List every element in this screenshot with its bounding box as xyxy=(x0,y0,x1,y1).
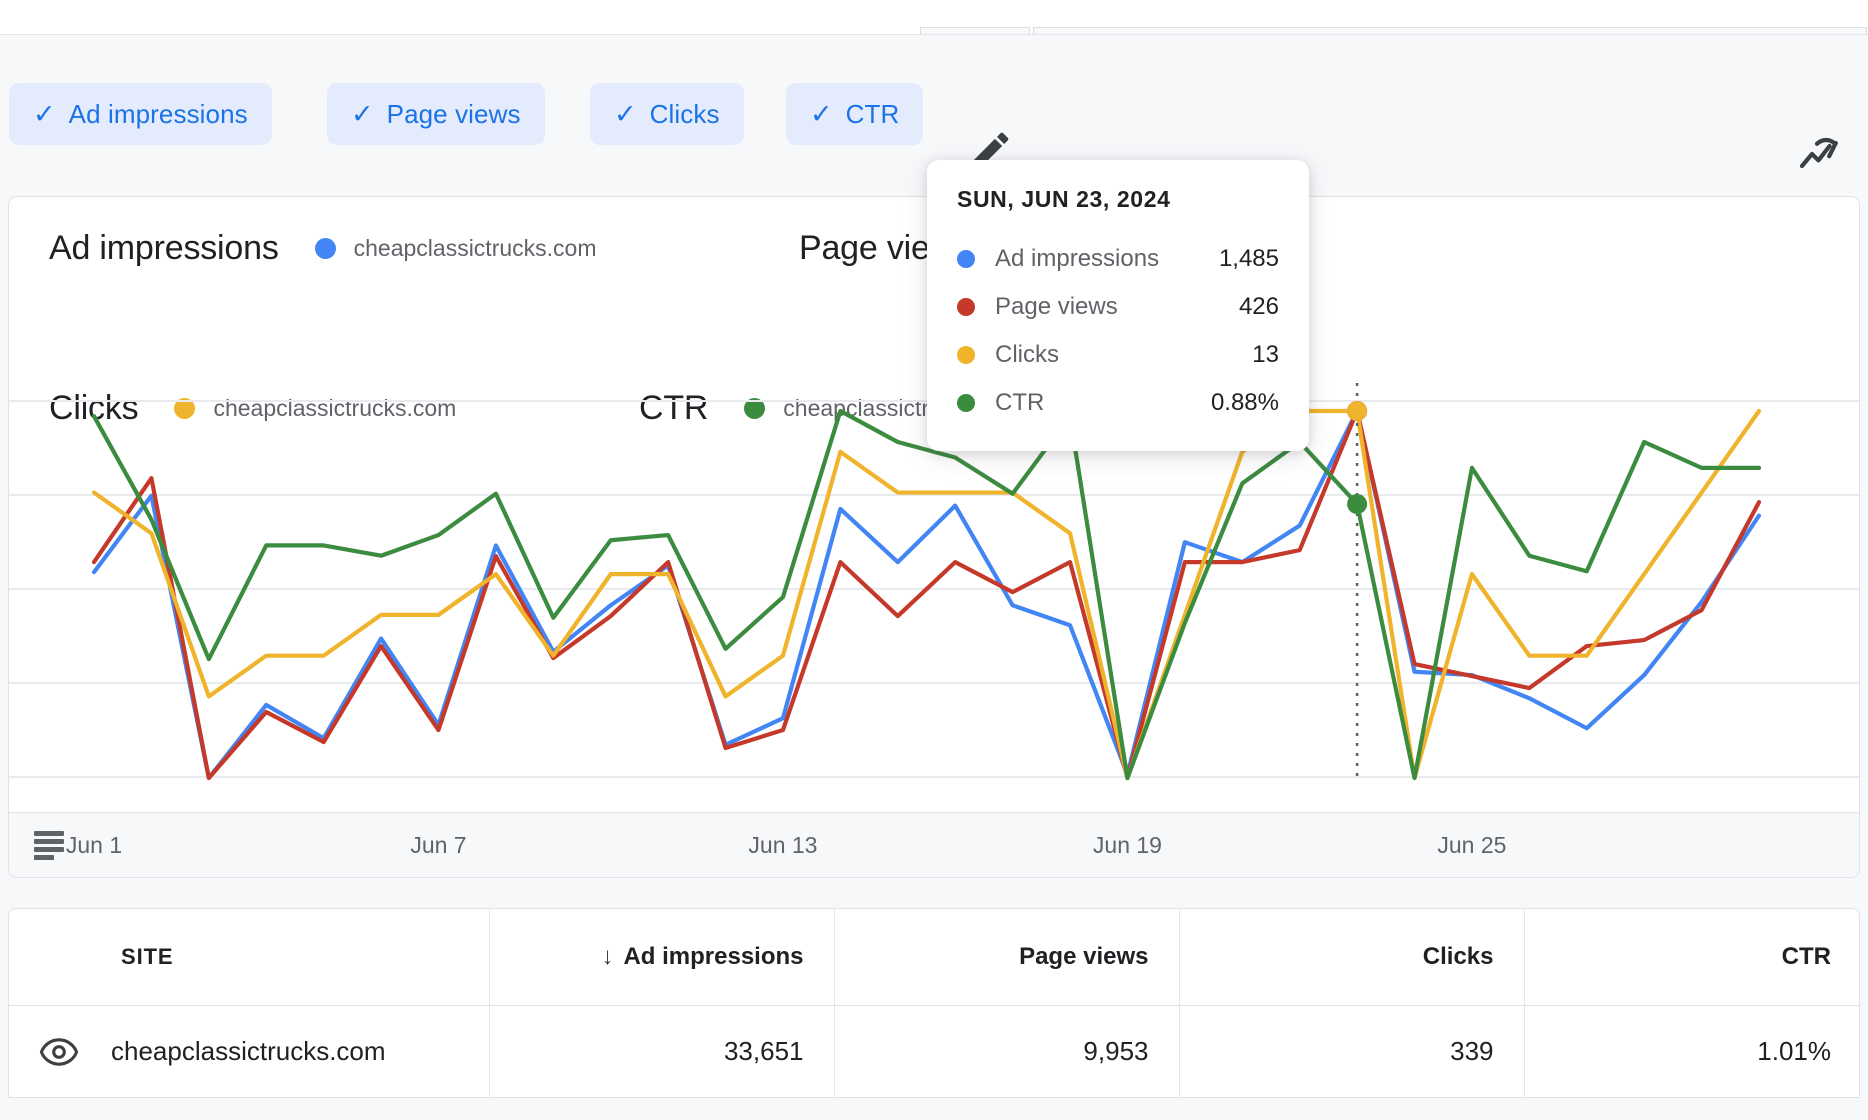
table: SITE ↓ Ad impressions Page views Clicks C… xyxy=(9,909,1861,1097)
toolbar-segment-right xyxy=(1033,27,1867,34)
top-toolbar-remnant xyxy=(0,0,1868,34)
legend-site-label: cheapclassictrucks.com xyxy=(353,235,597,261)
list-icon-line xyxy=(34,847,64,852)
column-header-clicks[interactable]: Clicks xyxy=(1179,909,1525,1006)
metric-chip-label: CTR xyxy=(845,98,900,129)
column-header-label: SITE xyxy=(121,944,174,969)
cell-page-views: 9,953 xyxy=(834,1005,1180,1097)
legend-item-ad-impressions[interactable]: Ad impressions cheapclassictrucks.com xyxy=(49,229,596,268)
tooltip-color-dot xyxy=(957,346,975,364)
tooltip-date: SUN, JUN 23, 2024 xyxy=(957,186,1171,212)
table-row[interactable]: cheapclassictrucks.com 33,651 9,953 339 … xyxy=(9,1005,1861,1097)
site-cell-inner: cheapclassictrucks.com xyxy=(39,1036,459,1067)
table-body: cheapclassictrucks.com 33,651 9,953 339 … xyxy=(9,1005,1861,1097)
list-icon-line xyxy=(34,839,64,844)
column-header-site[interactable]: SITE xyxy=(9,909,490,1006)
tooltip-color-dot xyxy=(957,298,975,316)
tooltip-metric-value: 426 xyxy=(1238,293,1279,320)
column-header-label: Clicks xyxy=(1422,943,1494,970)
tooltip-color-dot xyxy=(957,250,975,268)
metric-chip-ctr[interactable]: ✓ CTR xyxy=(786,83,924,145)
metric-chip-label: Clicks xyxy=(649,98,720,129)
series-line-page-views xyxy=(91,408,1762,781)
list-icon-line xyxy=(34,855,54,860)
x-axis-tick-label: Jun 7 xyxy=(410,832,467,858)
tooltip-row-ad-impressions: Ad impressions 1,485 xyxy=(957,235,1279,283)
tooltip-row-page-views: Page views 426 xyxy=(957,283,1279,331)
eye-icon[interactable] xyxy=(39,1037,79,1066)
tooltip-metric-value: 0.88% xyxy=(1210,389,1279,416)
list-icon-line xyxy=(34,831,64,836)
legend-color-dot xyxy=(314,238,336,259)
x-axis-tick-label: Jun 19 xyxy=(1092,832,1162,858)
cell-clicks: 339 xyxy=(1179,1005,1525,1097)
series-line-ad-impressions xyxy=(91,408,1762,781)
sites-data-table: SITE ↓ Ad impressions Page views Clicks C… xyxy=(8,908,1861,1098)
column-header-ctr[interactable]: CTR xyxy=(1524,909,1861,1006)
tooltip-row-clicks: Clicks 13 xyxy=(957,331,1279,379)
check-icon: ✓ xyxy=(810,98,833,129)
column-header-ad-impressions[interactable]: ↓ Ad impressions xyxy=(489,909,835,1006)
cell-ad-impressions: 33,651 xyxy=(489,1005,835,1097)
chart-hover-tooltip: SUN, JUN 23, 2024 Ad impressions 1,485 P… xyxy=(927,160,1309,451)
toolbar-segment-left xyxy=(920,27,1030,34)
tooltip-row-ctr: CTR 0.88% xyxy=(957,379,1279,427)
highlight-marker-ctr xyxy=(1347,494,1368,515)
series-line-ctr xyxy=(91,408,1762,781)
list-view-icon[interactable] xyxy=(34,831,64,860)
check-icon: ✓ xyxy=(614,98,637,129)
column-header-label: Page views xyxy=(1019,943,1149,970)
chart-x-axis: Jun 1 Jun 7 Jun 13 Jun 19 Jun 25 xyxy=(9,812,1859,877)
x-axis-tick-label: Jun 13 xyxy=(748,832,818,858)
metric-chip-ad-impressions[interactable]: ✓ Ad impressions xyxy=(9,83,272,145)
cell-site: cheapclassictrucks.com xyxy=(9,1005,490,1097)
table-header-row: SITE ↓ Ad impressions Page views Clicks C… xyxy=(9,909,1861,1006)
sort-descending-icon: ↓ xyxy=(601,943,614,970)
highlight-marker-clicks xyxy=(1347,401,1368,421)
check-icon: ✓ xyxy=(351,98,374,129)
cell-site-label: cheapclassictrucks.com xyxy=(111,1036,386,1066)
table-head: SITE ↓ Ad impressions Page views Clicks C… xyxy=(9,909,1861,1006)
metric-chip-label: Ad impressions xyxy=(68,98,248,129)
cell-ctr: 1.01% xyxy=(1757,1036,1831,1066)
x-axis-tick-label: Jun 1 xyxy=(65,832,123,858)
column-header-label: Ad impressions xyxy=(623,943,804,970)
tooltip-metric-value: 13 xyxy=(1252,341,1279,368)
metric-chip-clicks[interactable]: ✓ Clicks xyxy=(590,83,744,145)
x-axis-tick-label: Jun 25 xyxy=(1437,832,1507,858)
column-header-label: CTR xyxy=(1781,943,1831,970)
tooltip-color-dot xyxy=(957,394,975,412)
legend-metric-label: Ad impressions xyxy=(49,229,279,267)
check-icon: ✓ xyxy=(33,98,56,129)
tooltip-metric-label: CTR xyxy=(995,389,1045,416)
tooltip-metric-value: 1,485 xyxy=(1218,245,1279,272)
tooltip-metric-label: Ad impressions xyxy=(995,245,1160,272)
trend-line-icon[interactable] xyxy=(1795,127,1843,175)
series-line-clicks xyxy=(91,408,1762,781)
metric-chip-page-views[interactable]: ✓ Page views xyxy=(327,83,545,145)
tooltip-metric-label: Page views xyxy=(995,293,1118,320)
tooltip-metric-label: Clicks xyxy=(995,341,1059,368)
metric-chip-label: Page views xyxy=(386,98,521,129)
metric-chip-bar: ✓ Ad impressions ✓ Page views ✓ Clicks ✓… xyxy=(0,34,1868,169)
column-header-page-views[interactable]: Page views xyxy=(834,909,1180,1006)
